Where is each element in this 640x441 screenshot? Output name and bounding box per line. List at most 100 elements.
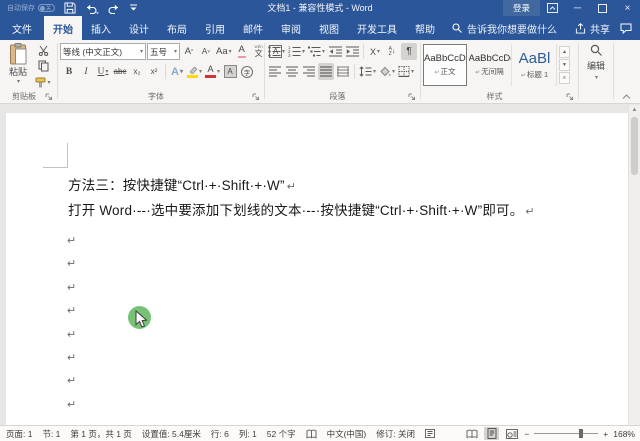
group-styles: AaBbCcDd 正文 AaBbCcDd 无间隔 AaBl 标题 1 ▲ ▼ ≡… bbox=[422, 40, 577, 103]
status-page-of[interactable]: 第 1 页，共 1 页 bbox=[70, 428, 131, 440]
web-layout-icon[interactable] bbox=[504, 427, 519, 440]
share-button[interactable]: 共享 bbox=[569, 16, 616, 40]
text-line-1[interactable]: 方法三：按快捷键“Ctrl·+·Shift·+·W” ↵ bbox=[68, 174, 296, 194]
ribbon-display-options-icon[interactable] bbox=[540, 0, 565, 16]
collapse-ribbon-icon[interactable] bbox=[622, 94, 631, 99]
font-dialog-launcher-icon[interactable] bbox=[252, 93, 260, 101]
status-section[interactable]: 节: 1 bbox=[42, 428, 60, 440]
clear-formatting-icon[interactable]: A bbox=[234, 43, 250, 60]
style-heading-1[interactable]: AaBl 标题 1 bbox=[513, 44, 557, 86]
tab-references[interactable]: 引用 bbox=[196, 16, 234, 40]
status-track-changes[interactable]: 修订: 关闭 bbox=[376, 428, 415, 440]
cut-icon[interactable] bbox=[35, 43, 51, 57]
show-hide-marks-button[interactable]: ¶ bbox=[401, 43, 418, 60]
customize-toolbar-icon[interactable] bbox=[129, 4, 138, 12]
italic-button[interactable]: I bbox=[78, 63, 94, 80]
underline-button[interactable]: U bbox=[95, 63, 111, 80]
font-size-combo[interactable]: 五号 bbox=[147, 43, 180, 60]
document-page[interactable]: 方法三：按快捷键“Ctrl·+·Shift·+·W” ↵ 打开 Word·--·选… bbox=[6, 113, 628, 425]
save-icon[interactable] bbox=[64, 2, 76, 14]
vertical-scrollbar[interactable]: ▲ bbox=[628, 105, 640, 425]
proofing-icon[interactable] bbox=[306, 429, 317, 439]
text-effects-button[interactable]: A bbox=[169, 63, 185, 80]
tab-design[interactable]: 设计 bbox=[120, 16, 158, 40]
tab-home[interactable]: 开始 bbox=[44, 16, 82, 40]
zoom-in-button[interactable]: + bbox=[603, 429, 608, 439]
style-normal[interactable]: AaBbCcDd 正文 bbox=[423, 44, 467, 86]
tell-me-search[interactable]: 告诉我你想要做什么 bbox=[452, 16, 557, 40]
status-word-count[interactable]: 52 个字 bbox=[267, 428, 296, 440]
shrink-font-button[interactable]: A ˅ bbox=[198, 43, 214, 60]
tab-file[interactable]: 文件 bbox=[0, 16, 44, 40]
bullets-icon[interactable] bbox=[267, 43, 286, 60]
print-layout-icon[interactable] bbox=[484, 427, 500, 440]
copy-icon[interactable] bbox=[35, 59, 51, 73]
decrease-indent-icon[interactable] bbox=[327, 43, 343, 60]
strikethrough-button[interactable]: abc bbox=[112, 63, 128, 80]
tab-developer[interactable]: 开发工具 bbox=[348, 16, 406, 40]
text-line-2[interactable]: 打开 Word·--·选中要添加下划线的文本·--·按快捷键“Ctrl·+·Sh… bbox=[68, 199, 535, 219]
tab-review[interactable]: 审阅 bbox=[272, 16, 310, 40]
paragraph-dialog-launcher-icon[interactable] bbox=[408, 93, 416, 101]
scroll-up-icon[interactable]: ▲ bbox=[629, 107, 640, 113]
status-column[interactable]: 列: 1 bbox=[239, 428, 257, 440]
format-painter-icon[interactable] bbox=[35, 75, 51, 89]
tab-insert[interactable]: 插入 bbox=[82, 16, 120, 40]
styles-scroll-down-icon[interactable]: ▼ bbox=[559, 59, 570, 71]
zoom-slider[interactable] bbox=[534, 427, 599, 440]
styles-scroll-up-icon[interactable]: ▲ bbox=[559, 46, 570, 58]
increase-indent-icon[interactable] bbox=[344, 43, 360, 60]
bold-button[interactable]: B bbox=[61, 63, 77, 80]
distribute-icon[interactable] bbox=[335, 63, 351, 80]
comments-icon[interactable] bbox=[616, 16, 640, 40]
align-left-icon[interactable] bbox=[267, 63, 283, 80]
highlight-color-button[interactable] bbox=[186, 63, 203, 80]
redo-icon[interactable] bbox=[108, 3, 120, 14]
styles-dialog-launcher-icon[interactable] bbox=[566, 93, 574, 101]
line-spacing-icon[interactable] bbox=[358, 63, 377, 80]
zoom-level[interactable]: 168% bbox=[613, 429, 635, 439]
editing-button[interactable]: 编辑 bbox=[582, 44, 610, 81]
style-no-spacing[interactable]: AaBbCcDd 无间隔 bbox=[468, 44, 512, 86]
clipboard-dialog-launcher-icon[interactable] bbox=[45, 93, 53, 101]
zoom-slider-thumb[interactable] bbox=[579, 429, 584, 438]
undo-icon[interactable] bbox=[85, 3, 99, 14]
sort-icon[interactable]: A Z ↓ bbox=[384, 43, 400, 60]
share-icon bbox=[575, 22, 586, 34]
asian-layout-button[interactable]: X bbox=[367, 43, 383, 60]
styles-more-icon[interactable]: ≡ bbox=[559, 72, 570, 84]
superscript-button[interactable]: x² bbox=[146, 63, 162, 80]
justify-icon[interactable] bbox=[318, 63, 334, 80]
change-case-button[interactable]: Aa bbox=[215, 43, 233, 60]
tab-mailings[interactable]: 邮件 bbox=[234, 16, 272, 40]
tab-view[interactable]: 视图 bbox=[310, 16, 348, 40]
window-title: 文档1 - 兼容性模式 - Word bbox=[267, 3, 373, 13]
status-vertical-position[interactable]: 设置值: 5.4厘米 bbox=[142, 428, 201, 440]
subscript-button[interactable]: x₂ bbox=[129, 63, 145, 80]
tab-layout[interactable]: 布局 bbox=[158, 16, 196, 40]
minimize-button[interactable]: ─ bbox=[565, 0, 590, 16]
status-page[interactable]: 页面: 1 bbox=[6, 428, 32, 440]
close-button[interactable]: × bbox=[615, 0, 640, 16]
enclose-characters-icon[interactable]: 字 bbox=[239, 63, 255, 80]
font-name-combo[interactable]: 等线 (中文正文) bbox=[60, 43, 146, 60]
align-center-icon[interactable] bbox=[284, 63, 300, 80]
borders-icon[interactable] bbox=[397, 63, 415, 80]
shading-bucket-icon[interactable] bbox=[378, 63, 396, 80]
numbering-icon[interactable]: 123 bbox=[287, 43, 306, 60]
maximize-button[interactable] bbox=[590, 0, 615, 16]
macro-recording-icon[interactable] bbox=[425, 429, 435, 438]
status-language[interactable]: 中文(中国) bbox=[327, 428, 367, 440]
character-shading-icon[interactable]: A bbox=[222, 63, 238, 80]
font-color-button[interactable]: A bbox=[204, 63, 221, 80]
status-line[interactable]: 行: 6 bbox=[211, 428, 229, 440]
signin-button[interactable]: 登录 bbox=[502, 0, 540, 16]
tab-help[interactable]: 帮助 bbox=[406, 16, 444, 40]
align-right-icon[interactable] bbox=[301, 63, 317, 80]
zoom-out-button[interactable]: − bbox=[524, 429, 529, 439]
autosave-toggle[interactable]: 自动保存 关 bbox=[7, 3, 55, 13]
grow-font-button[interactable]: A ^ bbox=[181, 43, 197, 60]
read-mode-icon[interactable] bbox=[464, 427, 479, 440]
scrollbar-thumb[interactable] bbox=[631, 117, 638, 175]
multilevel-list-icon[interactable] bbox=[307, 43, 326, 60]
